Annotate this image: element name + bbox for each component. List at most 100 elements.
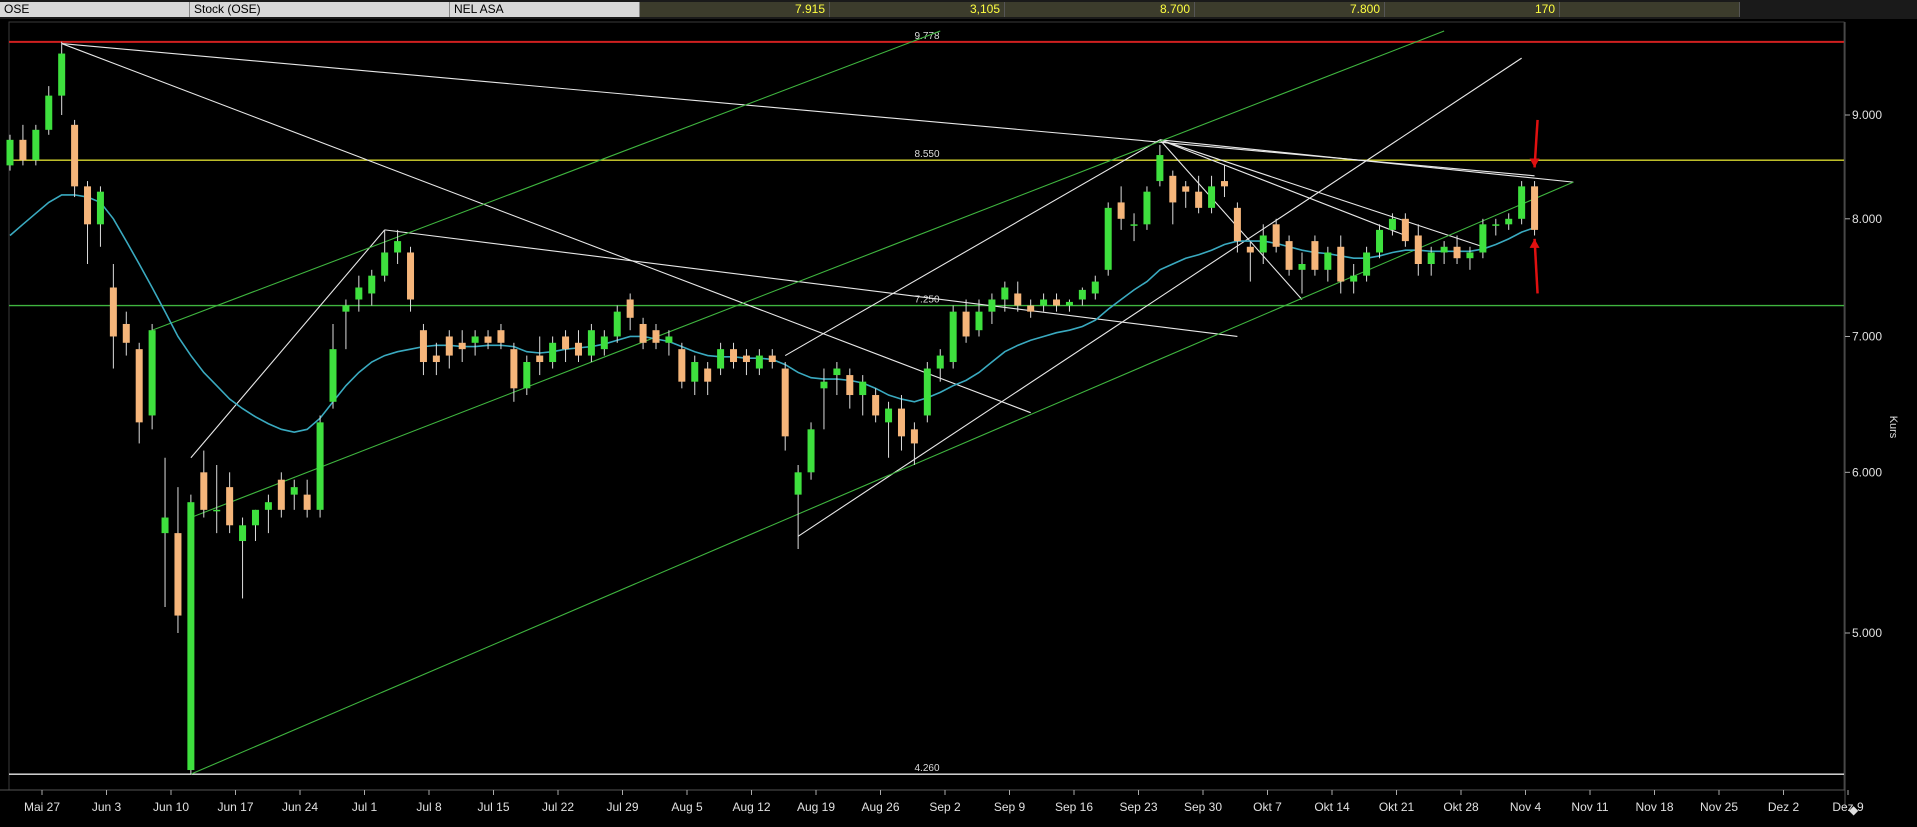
candle-body <box>135 349 143 423</box>
candle-body <box>6 139 14 166</box>
candle-body <box>949 311 957 363</box>
low-price-cell: 7.800 <box>1195 2 1385 17</box>
y-tick-label-3: 6.000 <box>1852 465 1882 479</box>
x-tick-label-2: Jun 10 <box>153 800 189 814</box>
candle-body <box>1311 241 1319 270</box>
candle-body <box>1233 207 1241 242</box>
candle-body <box>523 362 531 389</box>
candle-body <box>1531 186 1539 230</box>
candle-body <box>1001 287 1009 300</box>
candle-body <box>1220 181 1228 187</box>
candle-body <box>897 408 905 437</box>
candle-body <box>1169 175 1177 203</box>
candle-body <box>96 191 104 225</box>
candle-body <box>768 355 776 363</box>
candle-body <box>1027 305 1035 312</box>
level-label-1: 8.550 <box>914 149 939 160</box>
candle-body <box>264 502 272 510</box>
candle-body <box>1195 191 1203 208</box>
candle-body <box>458 342 466 350</box>
candle-body <box>1130 224 1138 226</box>
candle-body <box>910 429 918 444</box>
candle-body <box>84 186 92 225</box>
candle <box>148 323 156 430</box>
candle-body <box>1156 155 1164 182</box>
candle-body <box>1466 252 1474 259</box>
candle-body <box>587 330 595 356</box>
last-price-cell: 7.915 <box>640 2 830 17</box>
candle <box>1518 181 1526 225</box>
x-tick-label-26: Nov 25 <box>1700 800 1738 814</box>
level-label-3: 4.260 <box>914 763 939 774</box>
high-price-cell: 8.700 <box>1005 2 1195 17</box>
y-tick-label-4: 5.000 <box>1852 626 1882 640</box>
x-tick-label-16: Sep 16 <box>1055 800 1093 814</box>
candle-body <box>497 330 505 343</box>
candle-body <box>1298 264 1306 270</box>
candle-body <box>846 375 854 396</box>
x-tick-label-18: Sep 30 <box>1184 800 1222 814</box>
x-tick-label-7: Jul 15 <box>477 800 509 814</box>
candle-body <box>1401 218 1409 242</box>
axis-expand-icon[interactable]: ◆ <box>1849 803 1859 817</box>
x-tick-label-24: Nov 11 <box>1571 800 1608 814</box>
extra-cell <box>1560 2 1740 17</box>
x-tick-label-17: Sep 23 <box>1119 800 1157 814</box>
candle-body <box>794 472 802 495</box>
candle-body <box>1350 275 1358 282</box>
x-tick-label-13: Aug 26 <box>861 800 899 814</box>
candle-body <box>316 422 324 510</box>
candle-body <box>161 517 169 534</box>
candle-body <box>1259 235 1267 253</box>
candle-body <box>1078 289 1086 300</box>
candle-body <box>1388 218 1396 230</box>
candle-body <box>1427 252 1435 265</box>
candle-body <box>368 275 376 294</box>
y-tick-label-2: 7.000 <box>1852 329 1882 343</box>
candle-body <box>1518 186 1526 219</box>
candle-body <box>742 355 750 363</box>
candle-body <box>1182 186 1190 192</box>
candle-body <box>730 349 738 363</box>
instrument-name-cell[interactable]: NEL ASA <box>450 2 640 17</box>
candle-body <box>419 330 427 363</box>
x-tick-label-19: Okt 7 <box>1253 800 1282 814</box>
candle-body <box>32 129 40 161</box>
candle-body <box>19 139 27 161</box>
instrument-type-cell[interactable]: Stock (OSE) <box>190 2 450 17</box>
candle-body <box>484 336 492 343</box>
candle <box>316 415 324 518</box>
candle-body <box>342 305 350 312</box>
candle-body <box>381 252 389 276</box>
x-tick-label-20: Okt 14 <box>1314 800 1350 814</box>
y-axis-label: Kurs <box>1887 416 1899 439</box>
candle-body <box>1479 224 1487 253</box>
candle-body <box>355 287 363 300</box>
candle-body <box>872 395 880 416</box>
candle-body <box>109 287 117 337</box>
candle <box>1531 181 1539 236</box>
x-tick-label-6: Jul 8 <box>416 800 442 814</box>
x-tick-label-10: Aug 5 <box>671 800 703 814</box>
exchange-cell[interactable]: OSE <box>0 2 190 17</box>
candle-body <box>303 494 311 510</box>
candle-body <box>1014 293 1022 306</box>
candle-body <box>394 241 402 253</box>
candle-body <box>122 323 130 343</box>
candle-body <box>58 53 66 96</box>
candle-body <box>1065 301 1073 306</box>
x-tick-label-22: Okt 28 <box>1443 800 1479 814</box>
candle-body <box>652 330 660 343</box>
candle-body <box>820 381 828 389</box>
candlestick-chart[interactable]: 9.7788.5507.2504.260 9.0008.0007.0006.00… <box>0 19 1917 827</box>
x-tick-label-11: Aug 12 <box>732 800 770 814</box>
candle-body <box>1104 207 1112 270</box>
candle-body <box>251 509 259 526</box>
x-tick-label-0: Mai 27 <box>24 800 60 814</box>
candle <box>949 305 957 369</box>
candle-body <box>613 311 621 337</box>
candle-body <box>885 408 893 423</box>
x-tick-label-14: Sep 2 <box>929 800 961 814</box>
candle-body <box>226 487 234 526</box>
y-tick-label-0: 9.000 <box>1852 108 1882 122</box>
